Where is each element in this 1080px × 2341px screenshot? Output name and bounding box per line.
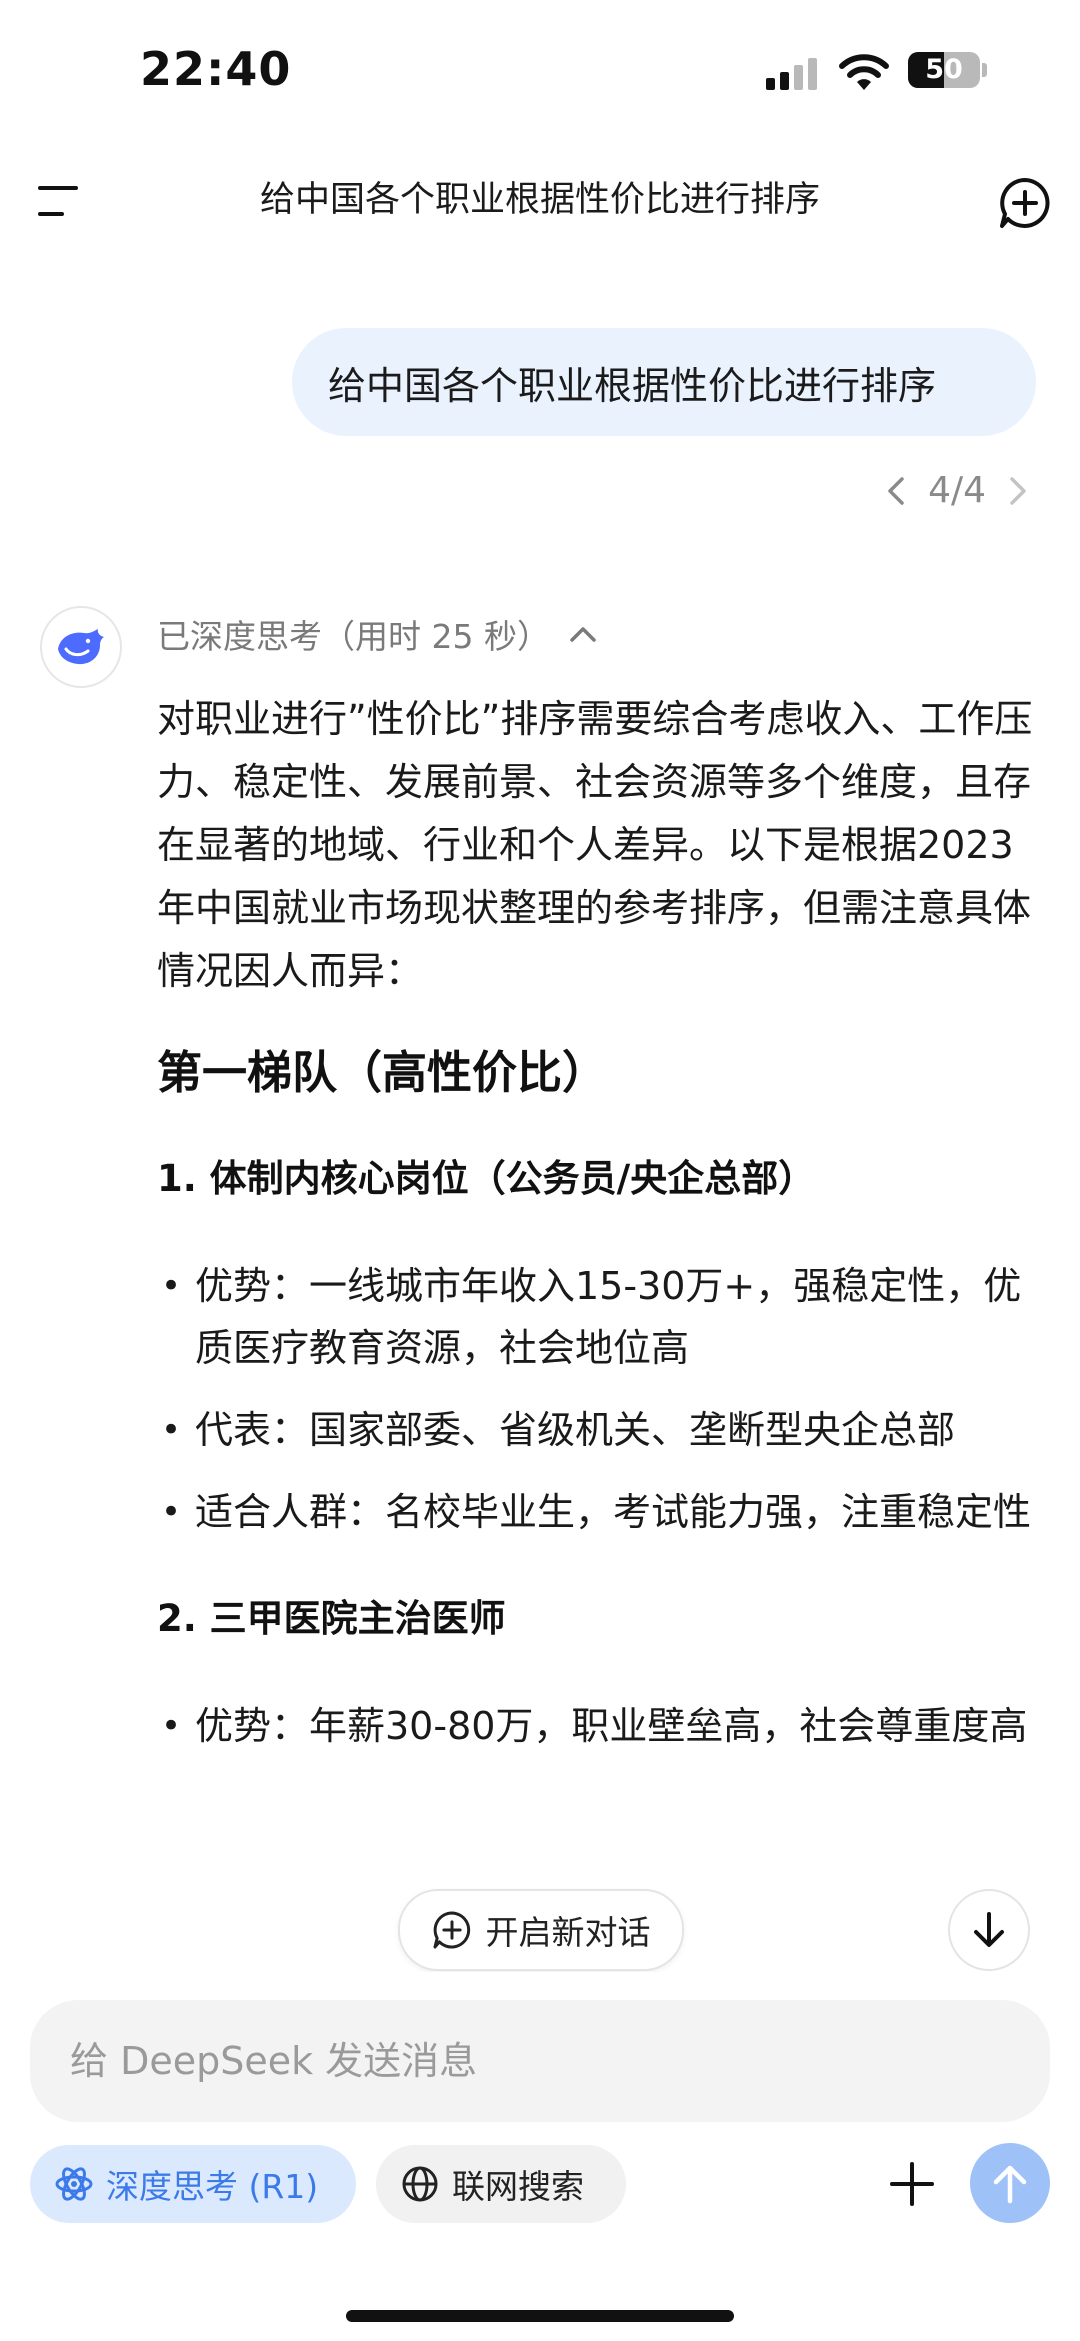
send-button[interactable] [970,2143,1050,2223]
globe-icon [402,2166,438,2202]
pager-count: 4/4 [928,470,986,511]
item2-bullets: 优势：年薪30-80万，职业壁垒高，社会尊重度高 [157,1695,1037,1757]
deepthink-label: 深度思考 (R1) [106,2167,319,2206]
new-chat-label: 开启新对话 [485,1913,651,1952]
scroll-down-button[interactable] [948,1889,1030,1971]
web-search-label: 联网搜索 [452,2167,584,2206]
list-item: 适合人群：名校毕业生，考试能力强，注重稳定性 [157,1481,1037,1543]
list-item: 优势：年薪30-80万，职业壁垒高，社会尊重度高 [157,1695,1037,1757]
new-chat-icon [432,1911,470,1949]
atom-icon [55,2167,93,2201]
web-search-toggle[interactable]: 联网搜索 [376,2145,626,2223]
assistant-response: 对职业进行”性价比”排序需要综合考虑收入、工作压力、稳定性、发展前景、社会资源等… [157,688,1037,1757]
new-chat-button[interactable]: 开启新对话 [398,1889,684,1971]
list-item: 优势：一线城市年收入15-30万+，强稳定性，优质医疗教育资源，社会地位高 [157,1255,1037,1379]
chevron-up-icon [570,627,596,642]
thinking-toggle[interactable]: 已深度思考（用时 25 秒） [157,610,598,658]
status-time: 22:40 [140,42,292,96]
tier1-heading: 第一梯队（高性价比） [157,1046,608,1099]
plus-icon[interactable] [880,2152,944,2216]
response-intro: 对职业进行”性价比”排序需要综合考虑收入、工作压力、稳定性、发展前景、社会资源等… [157,697,1033,993]
list-item: 代表：国家部委、省级机关、垄断型央企总部 [157,1399,1037,1461]
page-title: 给中国各个职业根据性价比进行排序 [259,180,820,220]
battery-tip [982,63,987,77]
chevron-left-icon[interactable] [886,476,906,506]
response-pager: 4/4 [886,470,1028,511]
menu-icon[interactable] [38,184,82,218]
arrow-down-icon [974,1912,1004,1947]
home-indicator [346,2310,734,2322]
wifi-icon [839,54,889,90]
chevron-right-icon[interactable] [1008,476,1028,506]
item1-heading: 1. 体制内核心岗位（公务员/央企总部） [157,1157,816,1200]
item2-heading: 2. 三甲医院主治医师 [157,1597,506,1640]
cellular-signal-icon [766,58,817,90]
whale-logo-icon [58,629,104,665]
deepthink-toggle[interactable]: 深度思考 (R1) [30,2145,356,2223]
arrow-up-icon [993,2165,1027,2204]
battery-icon: 50 [908,52,980,88]
user-message-text: 给中国各个职业根据性价比进行排序 [328,363,937,408]
message-input-container[interactable] [30,2000,1050,2122]
user-message-bubble[interactable]: 给中国各个职业根据性价比进行排序 [292,328,1036,436]
thinking-label: 已深度思考（用时 25 秒） [157,617,550,656]
deepseek-avatar [40,606,122,688]
message-input[interactable] [30,2038,972,2084]
item1-bullets: 优势：一线城市年收入15-30万+，强稳定性，优质医疗教育资源，社会地位高 代表… [157,1255,1037,1543]
new-chat-icon[interactable] [998,176,1052,230]
battery-level: 50 [925,54,963,85]
